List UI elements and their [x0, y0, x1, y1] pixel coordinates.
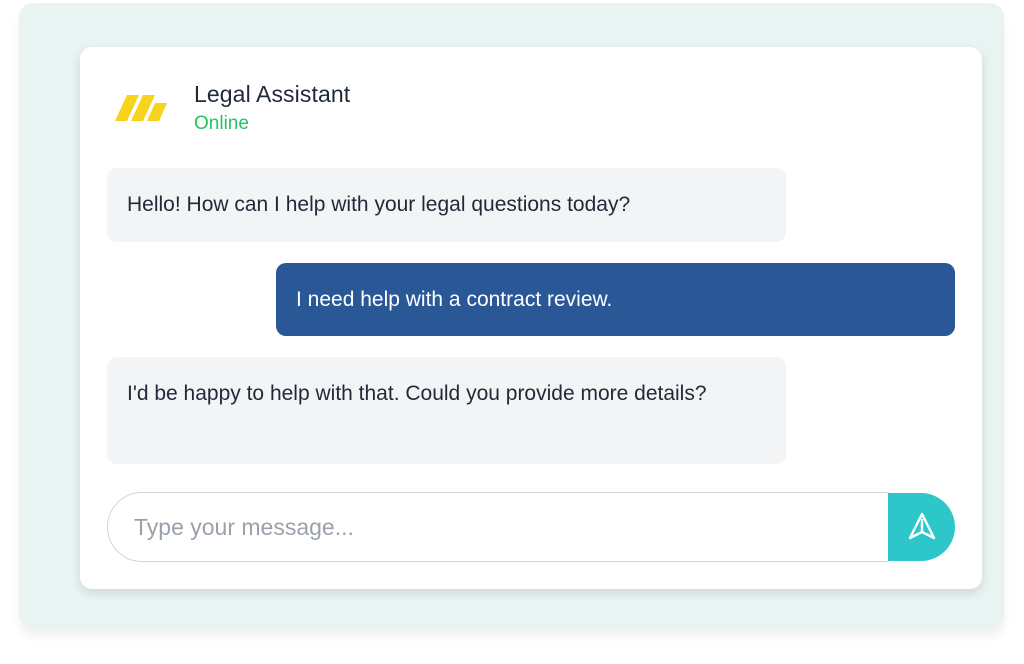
user-message: I need help with a contract review.	[276, 263, 955, 336]
status-label: Online	[194, 113, 249, 134]
chat-window: Legal Assistant Online Hello! How can I …	[80, 47, 982, 589]
chat-header: Legal Assistant Online	[80, 47, 982, 157]
outer-panel: Legal Assistant Online Hello! How can I …	[19, 3, 1004, 628]
bot-message: I'd be happy to help with that. Could yo…	[107, 357, 786, 464]
assistant-name: Legal Assistant	[194, 81, 351, 107]
send-button[interactable]	[888, 493, 955, 561]
bot-message: Hello! How can I help with your legal qu…	[107, 168, 786, 242]
brand-logo-icon	[115, 93, 167, 121]
composer	[107, 492, 955, 562]
message-input[interactable]	[107, 492, 889, 562]
send-icon	[908, 512, 935, 540]
